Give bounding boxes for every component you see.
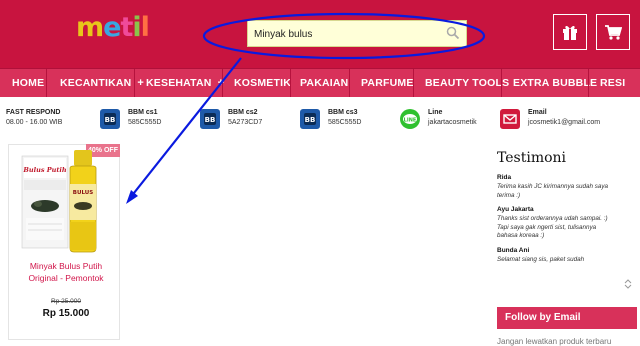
annotation-overlay xyxy=(126,12,486,204)
highlight-ellipse xyxy=(202,12,486,60)
pointer-arrow xyxy=(129,57,242,199)
arrow-head xyxy=(126,190,138,204)
